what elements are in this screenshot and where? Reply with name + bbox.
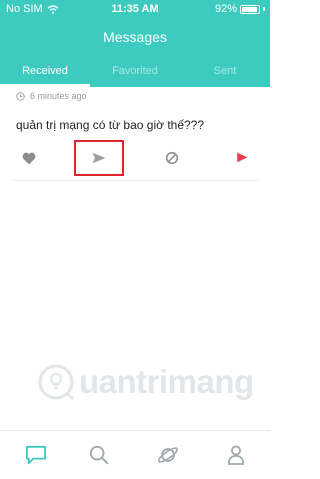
message-text: quản trị mạng có từ bao giờ thế??? <box>16 118 205 132</box>
report-button[interactable] <box>224 140 260 176</box>
nav-profile[interactable] <box>219 439 253 471</box>
nav-discover[interactable] <box>151 439 185 471</box>
highlight-box <box>74 140 124 176</box>
watermark-text: uantrimang <box>79 363 254 400</box>
search-icon <box>89 445 109 465</box>
tab-bar: Received Favorited Sent <box>0 58 270 87</box>
profile-icon <box>227 445 245 465</box>
battery-icon <box>240 4 260 14</box>
nav-search[interactable] <box>82 439 116 471</box>
watermark: uantrimang <box>36 362 254 402</box>
clock-icon <box>16 91 25 101</box>
heart-icon <box>22 152 36 164</box>
tab-received[interactable]: Received <box>0 58 90 87</box>
battery-tip <box>263 7 265 11</box>
message-timestamp: 6 minutes ago <box>30 91 87 101</box>
battery-percent: 92% <box>214 3 237 15</box>
tab-favorited[interactable]: Favorited <box>90 58 180 87</box>
block-button[interactable] <box>154 140 190 176</box>
messages-icon <box>25 445 46 465</box>
battery-level <box>242 6 257 12</box>
message-divider <box>12 180 258 181</box>
planet-icon <box>157 447 179 463</box>
page-title: Messages <box>103 29 167 45</box>
header-bar: No SIM 11:35 AM 92% Messages Received Fa… <box>0 0 270 87</box>
status-bar: No SIM 11:35 AM 92% <box>0 0 270 20</box>
block-icon <box>165 151 179 165</box>
like-button[interactable] <box>11 140 47 176</box>
tab-sent[interactable]: Sent <box>180 58 270 87</box>
flag-icon <box>237 152 248 163</box>
nav-messages[interactable] <box>19 439 53 471</box>
message-meta: 6 minutes ago <box>16 91 87 101</box>
bottom-nav <box>0 430 270 479</box>
message-actions <box>0 140 270 176</box>
battery-status: 92% <box>215 3 265 15</box>
watermark-logo-icon <box>38 364 75 401</box>
